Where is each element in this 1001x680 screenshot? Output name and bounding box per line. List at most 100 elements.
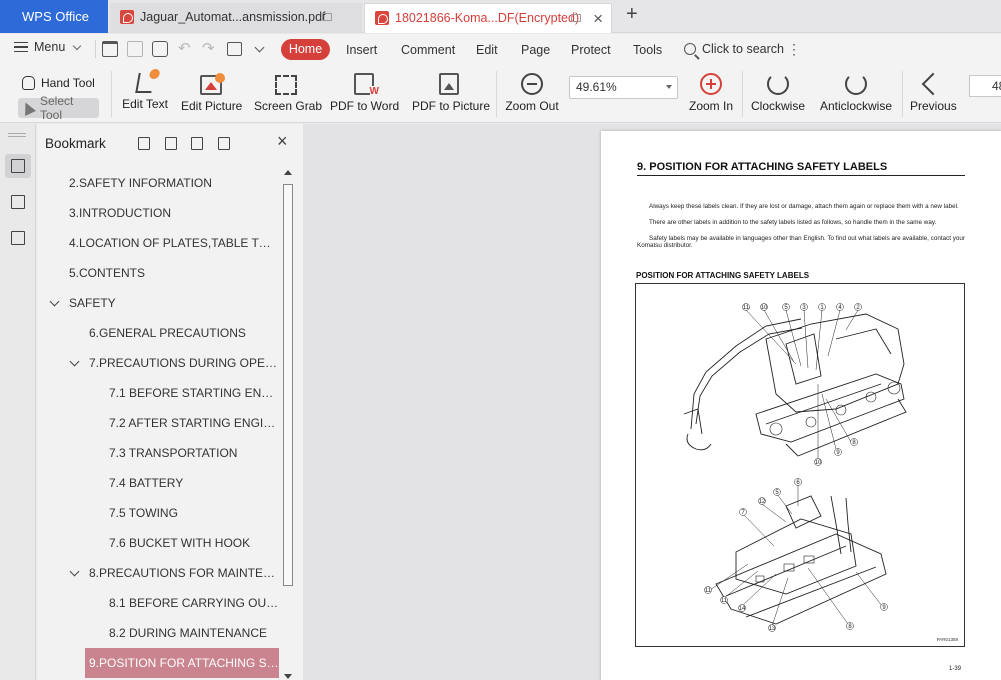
edit-picture-button[interactable]: Edit Picture xyxy=(181,71,242,113)
svg-text:14: 14 xyxy=(739,606,746,612)
scrollbar-thumb[interactable] xyxy=(283,184,293,586)
svg-text:11: 11 xyxy=(721,598,728,604)
pdf-to-word-icon xyxy=(354,73,380,97)
pdf-to-picture-button[interactable]: PDF to Picture xyxy=(412,71,490,113)
bookmark-item-selected[interactable]: 9.POSITION FOR ATTACHING SAF... xyxy=(37,648,285,678)
divider xyxy=(496,71,497,117)
edit-text-button[interactable]: Edit Text xyxy=(122,69,168,111)
tab-bar: WPS Office Jaguar_Automat...ansmission.p… xyxy=(0,0,1001,33)
bookmark-item[interactable]: 7.6 BUCKET WITH HOOK xyxy=(37,528,285,558)
heading-rule xyxy=(637,175,965,176)
new-tab-icon[interactable]: + xyxy=(626,3,638,26)
search-button[interactable]: Click to search xyxy=(684,42,784,56)
bookmark-item[interactable]: 7.5 TOWING xyxy=(37,498,285,528)
rotate-anticlockwise-icon xyxy=(845,73,867,95)
drag-handle-icon[interactable] xyxy=(8,133,26,137)
document-tab-komatsu[interactable]: 18021866-Koma...DF(Encrypted) × xyxy=(364,3,612,33)
expand-bookmark-icon[interactable] xyxy=(191,137,203,150)
bookmark-item[interactable]: 8.2 DURING MAINTENANCE xyxy=(37,618,285,648)
tab-page[interactable]: Page xyxy=(521,43,550,57)
select-tool-label: Select Tool xyxy=(40,94,74,122)
print-icon[interactable] xyxy=(152,41,168,57)
hamburger-icon xyxy=(14,42,28,52)
screen-grab-button[interactable]: Screen Grab xyxy=(254,71,322,113)
add-bookmark-icon[interactable] xyxy=(138,137,150,150)
app-tab[interactable]: WPS Office xyxy=(0,0,108,33)
close-panel-icon[interactable]: × xyxy=(277,131,288,152)
divider xyxy=(111,71,112,117)
excavator-drawing: 11 10 5 3 1 4 2 10 9 8 6 5 12 7 11 11 14… xyxy=(683,303,907,632)
tab-edit[interactable]: Edit xyxy=(476,43,498,57)
thumbnail-panel-button[interactable] xyxy=(5,190,31,214)
bookmark-item[interactable]: 7.2 AFTER STARTING ENGINE xyxy=(37,408,285,438)
main-menu-button[interactable]: Menu xyxy=(14,40,82,54)
bookmark-settings-icon[interactable] xyxy=(218,137,230,150)
document-view[interactable]: 9. POSITION FOR ATTACHING SAFETY LABELS … xyxy=(303,124,1001,680)
divider xyxy=(742,71,743,117)
pdf-file-icon xyxy=(120,10,134,24)
tab-protect[interactable]: Protect xyxy=(571,43,611,57)
search-label: Click to search xyxy=(702,42,784,56)
bookmark-item[interactable]: 8.1 BEFORE CARRYING OUT M... xyxy=(37,588,285,618)
close-tab-icon[interactable]: × xyxy=(593,5,603,33)
edit-picture-icon xyxy=(200,73,225,95)
extract-panel-button[interactable] xyxy=(5,226,31,250)
undo-icon[interactable]: ↶ xyxy=(178,39,194,57)
bookmark-item[interactable]: 3.INTRODUCTION xyxy=(37,198,285,228)
hand-tool-button[interactable]: Hand Tool xyxy=(18,73,99,93)
divider xyxy=(95,40,96,58)
tab-home[interactable]: Home xyxy=(281,39,330,60)
redo-icon[interactable]: ↷ xyxy=(202,39,218,57)
open-folder-icon[interactable] xyxy=(102,41,118,57)
bookmark-item[interactable]: 2.SAFETY INFORMATION xyxy=(37,168,285,198)
bookmark-item[interactable]: 5.CONTENTS xyxy=(37,258,285,288)
bookmark-item[interactable]: 7.1 BEFORE STARTING ENGINE xyxy=(37,378,285,408)
image-icon xyxy=(11,195,25,209)
chevron-down-icon[interactable] xyxy=(254,42,265,53)
scroll-down-icon[interactable] xyxy=(284,674,292,679)
more-options-icon[interactable]: ⋮ xyxy=(787,42,801,56)
export-icon xyxy=(11,231,25,245)
bookmark-panel-button[interactable] xyxy=(5,154,31,178)
bookmark-item[interactable]: 8.PRECAUTIONS FOR MAINTENA... xyxy=(37,558,285,588)
zoom-level-select[interactable]: 49.61% xyxy=(569,76,678,99)
chevron-down-icon[interactable] xyxy=(69,356,80,367)
page-number-input[interactable]: 48 xyxy=(969,75,1001,97)
chevron-down-icon[interactable] xyxy=(69,566,80,577)
bookmark-item[interactable]: 7.4 BATTERY xyxy=(37,468,285,498)
select-tool-button[interactable]: Select Tool xyxy=(18,94,99,122)
tab-comment[interactable]: Comment xyxy=(401,43,455,57)
page-subheading: POSITION FOR ATTACHING SAFETY LABELS xyxy=(636,271,810,280)
tab-title: 18021866-Koma...DF(Encrypted) xyxy=(395,11,580,25)
chevron-down-icon[interactable] xyxy=(49,296,60,307)
svg-text:11: 11 xyxy=(705,588,712,594)
monitor-icon[interactable] xyxy=(322,13,332,21)
tab-insert[interactable]: Insert xyxy=(346,43,377,57)
dropdown-arrow-icon xyxy=(666,85,672,89)
zoom-out-button[interactable]: Zoom Out xyxy=(505,71,559,113)
pdf-to-picture-icon xyxy=(439,73,459,95)
rotate-clockwise-button[interactable]: Clockwise xyxy=(750,71,806,113)
remove-bookmark-icon[interactable] xyxy=(165,137,177,150)
bookmark-item[interactable]: 6.GENERAL PRECAUTIONS xyxy=(37,318,285,348)
monitor-icon[interactable] xyxy=(571,14,581,22)
bookmark-item[interactable]: 7.3 TRANSPORTATION xyxy=(37,438,285,468)
edit-text-icon xyxy=(135,69,161,93)
tab-title: Jaguar_Automat...ansmission.pdf xyxy=(140,10,326,24)
rotate-anticlockwise-button[interactable]: Anticlockwise xyxy=(819,71,893,113)
bookmark-item[interactable]: 4.LOCATION OF PLATES,TABLE TO E... xyxy=(37,228,285,258)
document-tab-jaguar[interactable]: Jaguar_Automat...ansmission.pdf xyxy=(110,3,362,33)
bookmark-scrollbar[interactable] xyxy=(281,168,295,680)
scroll-up-icon[interactable] xyxy=(284,170,292,175)
rotate-clockwise-icon xyxy=(767,73,789,95)
side-rail xyxy=(0,124,36,680)
pdf-to-word-button[interactable]: PDF to Word xyxy=(330,71,399,113)
tab-tools[interactable]: Tools xyxy=(633,43,662,57)
bookmark-item[interactable]: SAFETY xyxy=(37,288,285,318)
save-icon[interactable] xyxy=(127,41,143,57)
zoom-in-button[interactable]: Zoom In xyxy=(688,71,734,113)
bookmark-item[interactable]: 7.PRECAUTIONS DURING OPERAT... xyxy=(37,348,285,378)
hand-icon xyxy=(22,76,35,90)
previous-page-button[interactable]: Previous xyxy=(910,71,957,113)
export-icon[interactable] xyxy=(227,42,242,56)
